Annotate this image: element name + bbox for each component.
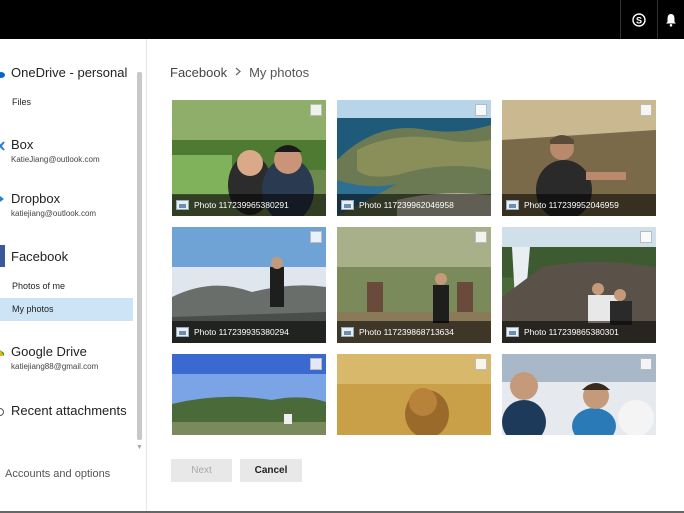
scroll-down-arrow-icon[interactable]: ▼: [136, 444, 143, 451]
provider-account: katiejiang@outlook.com: [11, 209, 97, 218]
sidebar: OneDrive - personal Files Box KatieJiang…: [0, 39, 147, 513]
image-icon: [506, 327, 519, 337]
photo-tile[interactable]: Photo 117239865380301: [502, 227, 656, 343]
image-icon: [506, 200, 519, 210]
photo-caption-text: Photo 117239865380301: [524, 327, 619, 337]
photo-checkbox[interactable]: [475, 104, 487, 116]
photo-tile[interactable]: Photo 117239962046958: [337, 100, 491, 216]
photo-checkbox[interactable]: [640, 104, 652, 116]
image-icon: [176, 200, 189, 210]
photo-caption: Photo 117239962046958: [337, 194, 491, 216]
facebook-icon: [0, 245, 5, 267]
photo-tile[interactable]: [502, 354, 656, 435]
provider-name: Dropbox: [11, 191, 61, 206]
photo-checkbox[interactable]: [640, 358, 652, 370]
box-icon: [0, 141, 5, 151]
breadcrumb-root[interactable]: Facebook: [170, 65, 227, 80]
photo-thumbnail: [337, 354, 491, 435]
accounts-icon: ›: [0, 470, 2, 478]
provider-name: OneDrive - personal: [11, 65, 128, 80]
photo-tile[interactable]: Photo 117239868713634: [337, 227, 491, 343]
onedrive-icon: [0, 72, 5, 78]
breadcrumb: Facebook My photos: [170, 65, 309, 80]
photo-caption-text: Photo 117239965380291: [194, 200, 289, 210]
photo-caption-text: Photo 117239935380294: [194, 327, 289, 337]
photo-caption-text: Photo 117239952046959: [524, 200, 619, 210]
main-content: Facebook My photos Photo 117239965380291: [148, 39, 684, 513]
google-drive-icon: [0, 350, 4, 356]
provider-name: Google Drive: [11, 344, 87, 359]
photo-tile[interactable]: Photo 117239952046959: [502, 100, 656, 216]
photo-tile[interactable]: Photo 117239965380291: [172, 100, 326, 216]
top-bar: S: [0, 0, 684, 39]
skype-icon: S: [631, 12, 646, 27]
photo-thumbnail: [172, 354, 326, 435]
photo-caption: Photo 117239952046959: [502, 194, 656, 216]
photo-caption: Photo 117239935380294: [172, 321, 326, 343]
accounts-and-options-link[interactable]: Accounts and options: [5, 468, 110, 480]
breadcrumb-separator-icon: [235, 67, 242, 79]
photo-tile[interactable]: Photo 117239935380294: [172, 227, 326, 343]
bell-icon: [666, 13, 676, 27]
photo-tile[interactable]: [172, 354, 326, 435]
clock-icon: [0, 408, 4, 416]
provider-name: Facebook: [11, 249, 69, 264]
photo-checkbox[interactable]: [310, 104, 322, 116]
sidebar-item-my-photos[interactable]: My photos: [0, 298, 133, 321]
provider-name: Box: [11, 137, 34, 152]
photo-checkbox[interactable]: [640, 231, 652, 243]
next-button[interactable]: Next: [171, 459, 232, 482]
dropbox-icon: [0, 196, 4, 202]
sidebar-item-photos-of-me[interactable]: Photos of me: [0, 275, 133, 298]
photo-caption: Photo 117239865380301: [502, 321, 656, 343]
image-icon: [176, 327, 189, 337]
provider-name: Recent attachments: [11, 403, 127, 418]
provider-account: katiejiang88@gmail.com: [11, 362, 99, 371]
photo-tile[interactable]: [337, 354, 491, 435]
photo-caption-text: Photo 117239962046958: [359, 200, 454, 210]
photo-checkbox[interactable]: [310, 358, 322, 370]
image-icon: [341, 327, 354, 337]
photo-checkbox[interactable]: [310, 231, 322, 243]
breadcrumb-current: My photos: [249, 65, 310, 80]
photo-checkbox[interactable]: [475, 358, 487, 370]
photo-thumbnail: [502, 354, 656, 435]
photo-caption: Photo 117239965380291: [172, 194, 326, 216]
sidebar-item-files[interactable]: Files: [0, 91, 133, 114]
photo-caption-text: Photo 117239868713634: [359, 327, 454, 337]
photo-checkbox[interactable]: [475, 231, 487, 243]
provider-account: KatieJiang@outlook.com: [11, 155, 100, 164]
skype-button[interactable]: S: [620, 0, 656, 39]
photo-caption: Photo 117239868713634: [337, 321, 491, 343]
svg-text:S: S: [635, 15, 641, 25]
cancel-button[interactable]: Cancel: [240, 459, 302, 482]
image-icon: [341, 200, 354, 210]
sidebar-scrollbar[interactable]: [137, 72, 142, 440]
notifications-button[interactable]: [657, 0, 684, 39]
